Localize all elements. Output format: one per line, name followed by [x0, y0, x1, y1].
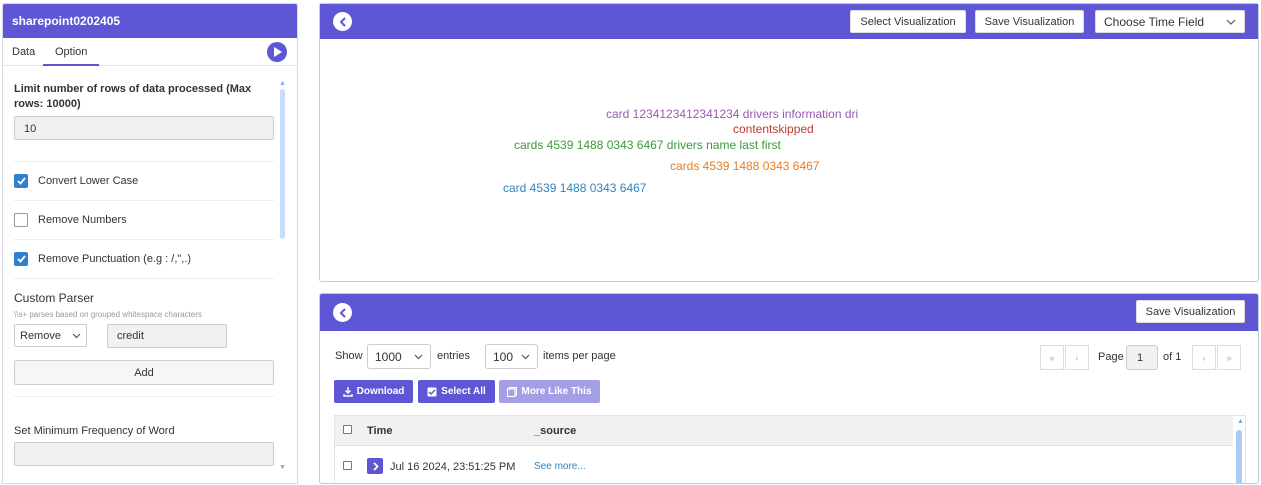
checkbox-label: Remove Punctuation (e.g : /,",.) — [38, 253, 192, 265]
convert-lower-case-checkbox[interactable]: Convert Lower Case — [14, 174, 138, 188]
checkbox-icon — [427, 387, 437, 396]
next-page-button[interactable]: › — [1192, 345, 1216, 370]
checkbox-label: Convert Lower Case — [38, 175, 139, 187]
table-scrollbar[interactable] — [1236, 430, 1242, 483]
word-cloud-term: contentskipped — [733, 122, 814, 136]
scrollbar[interactable] — [280, 89, 285, 239]
column-header-time[interactable]: Time — [367, 425, 392, 437]
divider — [14, 396, 274, 397]
word-cloud-term: card 1234123412341234 drivers informatio… — [606, 107, 859, 121]
more-like-this-label: More Like This — [521, 386, 592, 397]
entries-value: 1000 — [375, 349, 402, 364]
word-cloud-term: card 4539 1488 0343 6467 — [503, 181, 647, 195]
checkbox-box[interactable] — [14, 213, 28, 227]
entries-label: entries — [437, 350, 471, 362]
select-all-checkbox[interactable] — [343, 425, 352, 434]
more-like-this-button[interactable]: More Like This — [499, 380, 600, 403]
save-visualization-button[interactable]: Save Visualization — [1136, 300, 1245, 323]
parser-value-input[interactable]: credit — [107, 324, 227, 348]
results-table: Time _source Jul 16 2024, 23:51:25 PM Se… — [334, 415, 1246, 483]
checkbox-label: Remove Numbers — [38, 214, 127, 226]
select-visualization-button[interactable]: Select Visualization — [850, 10, 966, 33]
play-icon — [273, 47, 282, 57]
chevron-down-icon — [72, 333, 81, 338]
page-of-label: of 1 — [1163, 351, 1182, 363]
checkbox-box[interactable] — [14, 252, 28, 266]
parser-mode-select[interactable]: Remove — [14, 324, 87, 347]
per-page-label: items per page — [543, 350, 616, 362]
column-header-source[interactable]: _source — [534, 425, 576, 437]
time-field-label: Choose Time Field — [1104, 14, 1205, 29]
first-page-button[interactable]: « — [1040, 345, 1064, 370]
page-label: Page — [1098, 351, 1124, 363]
download-button[interactable]: Download — [334, 380, 413, 403]
parser-mode-value: Remove — [20, 329, 61, 342]
page-input[interactable]: 1 — [1126, 345, 1158, 370]
per-page-value: 100 — [493, 349, 514, 364]
min-frequency-input[interactable] — [14, 442, 274, 466]
tab-data[interactable]: Data — [12, 46, 35, 58]
prev-page-button[interactable]: ‹ — [1065, 345, 1089, 370]
last-page-button[interactable]: » — [1217, 345, 1241, 370]
options-body: Limit number of rows of data processed (… — [3, 66, 299, 485]
chevron-down-icon — [521, 354, 530, 359]
scroll-up-icon[interactable]: ▲ — [279, 80, 286, 87]
scroll-down-icon[interactable]: ▼ — [279, 464, 286, 471]
checkbox-box[interactable] — [14, 174, 28, 188]
see-more-link[interactable]: See more... — [534, 461, 586, 472]
custom-parser-label: Custom Parser — [14, 291, 95, 305]
back-button[interactable] — [333, 303, 352, 322]
options-panel: sharepoint0202405 Data Option Limit numb… — [2, 3, 298, 484]
remove-numbers-checkbox[interactable]: Remove Numbers — [14, 213, 127, 227]
row-checkbox[interactable] — [343, 461, 352, 470]
add-button[interactable]: Add — [14, 360, 274, 385]
save-visualization-button[interactable]: Save Visualization — [975, 10, 1084, 33]
divider — [14, 278, 274, 279]
results-header: Save Visualization — [320, 294, 1258, 331]
divider — [14, 161, 274, 162]
chevron-left-icon — [339, 307, 346, 318]
results-panel: Save Visualization Show 1000 entries 100… — [319, 293, 1259, 484]
download-icon — [342, 386, 353, 397]
min-frequency-label: Set Minimum Frequency of Word — [14, 425, 175, 437]
time-field-select[interactable]: Choose Time Field — [1095, 10, 1245, 33]
show-label: Show — [335, 350, 363, 362]
chevron-left-icon — [339, 16, 346, 27]
chevron-right-icon — [372, 461, 379, 471]
divider — [14, 239, 274, 240]
select-all-label: Select All — [441, 386, 486, 397]
back-button[interactable] — [333, 12, 352, 31]
row-time: Jul 16 2024, 23:51:25 PM — [390, 461, 516, 473]
select-all-button[interactable]: Select All — [418, 380, 495, 403]
per-page-select[interactable]: 100 — [485, 344, 538, 369]
table-header: Time _source — [335, 416, 1233, 446]
copy-icon — [507, 386, 518, 397]
expand-row-button[interactable] — [367, 458, 383, 474]
limit-rows-input[interactable]: 10 — [14, 116, 274, 140]
limit-rows-label: Limit number of rows of data processed (… — [14, 83, 252, 110]
check-icon — [16, 177, 26, 185]
panel-tabs: Data Option — [3, 38, 297, 66]
custom-parser-hint: \\s+ parses based on grouped whitespace … — [14, 310, 202, 319]
panel-title: sharepoint0202405 — [3, 4, 297, 38]
scroll-up-icon[interactable]: ▲ — [1237, 418, 1244, 425]
divider — [14, 200, 274, 201]
run-button[interactable] — [267, 42, 287, 62]
download-label: Download — [356, 386, 405, 397]
visualization-header: Select Visualization Save Visualization … — [320, 4, 1258, 39]
chevron-down-icon — [1226, 19, 1236, 25]
remove-punctuation-checkbox[interactable]: Remove Punctuation (e.g : /,",.) — [14, 252, 191, 266]
chevron-down-icon — [414, 354, 423, 359]
tab-option[interactable]: Option — [55, 46, 87, 58]
table-row: Jul 16 2024, 23:51:25 PM See more... — [335, 447, 1233, 483]
check-icon — [16, 255, 26, 263]
word-cloud-term: cards 4539 1488 0343 6467 drivers name l… — [514, 138, 781, 152]
entries-select[interactable]: 1000 — [367, 344, 431, 369]
word-cloud-term: cards 4539 1488 0343 6467 — [670, 159, 820, 173]
visualization-panel: Select Visualization Save Visualization … — [319, 3, 1259, 282]
